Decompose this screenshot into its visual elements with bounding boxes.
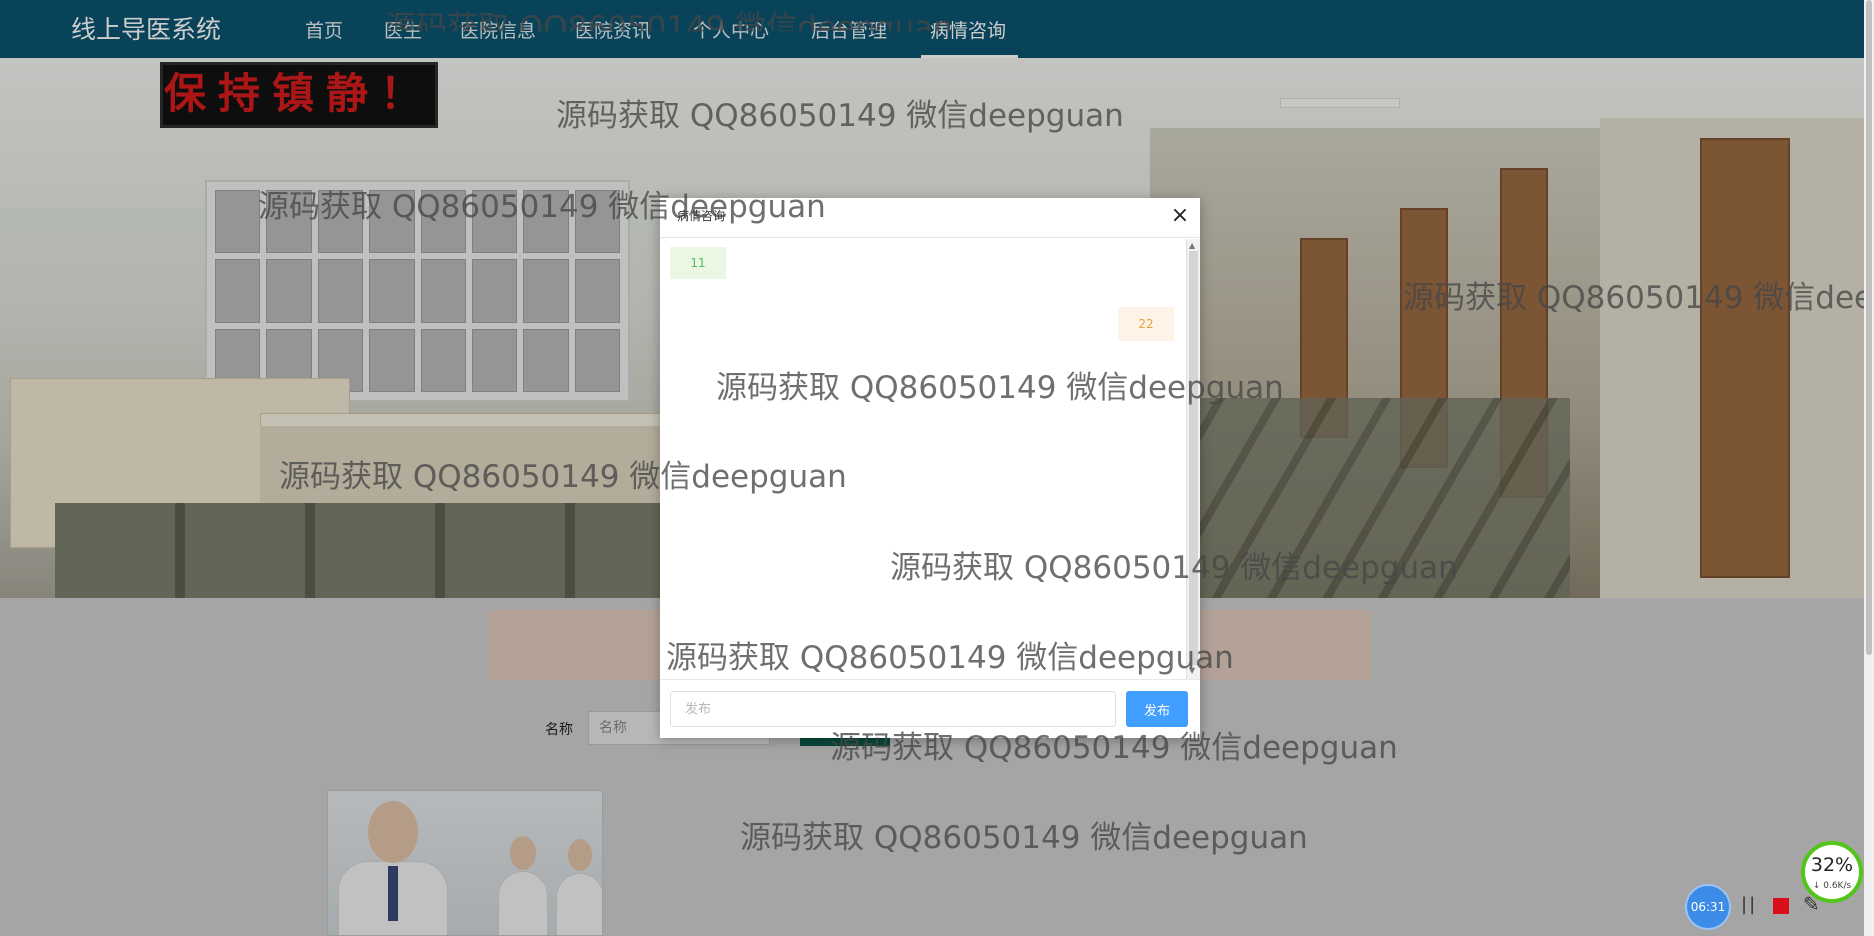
pen-icon[interactable]: ✎ (1803, 892, 1820, 916)
recording-timer[interactable]: 06:31 (1685, 884, 1731, 930)
chat-scrollbar[interactable]: ▲ ▼ (1186, 239, 1200, 679)
close-icon[interactable]: × (1168, 204, 1192, 228)
dialog-title: 病情咨询 (677, 209, 726, 223)
chat-message-left: 11 (670, 247, 726, 279)
scroll-down-icon[interactable]: ▼ (1189, 666, 1195, 675)
chat-message-right: 22 (1118, 307, 1174, 341)
consultation-dialog: 病情咨询 × 11 22 ▲ ▼ 发布 (660, 198, 1200, 738)
screen-recorder-toolbar: 06:31 || ✎ (1685, 884, 1865, 930)
dialog-header: 病情咨询 × (660, 198, 1200, 238)
page-scrollbar-thumb[interactable] (1866, 0, 1872, 655)
network-percent: 32% (1810, 854, 1854, 876)
chat-message-list[interactable]: 11 22 ▲ ▼ (660, 239, 1200, 679)
dialog-footer: 发布 (660, 679, 1200, 738)
scroll-up-icon[interactable]: ▲ (1189, 241, 1195, 250)
chat-scrollbar-thumb[interactable] (1189, 251, 1198, 665)
stop-icon[interactable] (1773, 898, 1789, 914)
pause-icon[interactable]: || (1741, 894, 1757, 915)
chat-message-input[interactable] (670, 691, 1116, 727)
publish-button[interactable]: 发布 (1126, 691, 1188, 727)
